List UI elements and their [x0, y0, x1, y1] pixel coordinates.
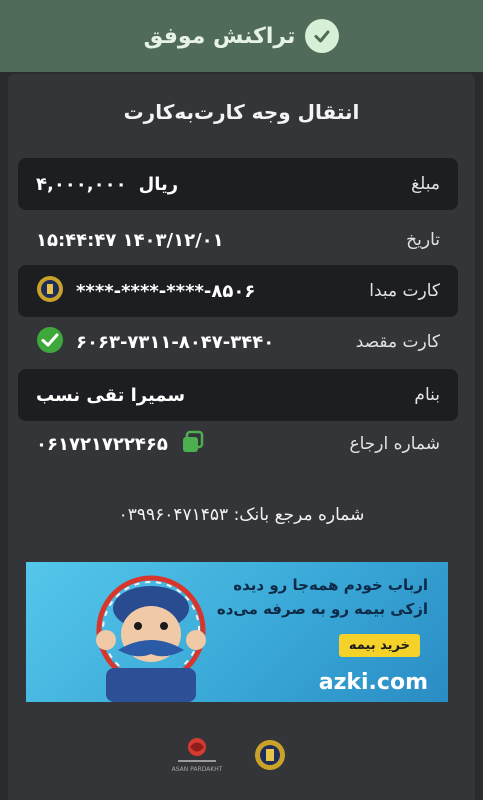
asan-pardakht-text: ASAN PARDAKHT [171, 766, 223, 773]
dest-card-number: ۶۰۶۳-۷۳۱۱-۸۰۴۷-۳۴۴۰ [76, 331, 275, 353]
ad-banner[interactable]: ارباب خودم همه‌جا رو دیده ازکی بیمه رو ب… [26, 562, 448, 702]
bank-reference-label: شماره مرجع بانک: [233, 505, 365, 525]
amount-label: مبلغ [411, 174, 440, 194]
date-row: تاریخ ۱۵:۴۴:۴۷ ۱۴۰۳/۱۲/۰۱ [18, 214, 458, 266]
bank-melli-logo-icon [254, 738, 286, 776]
banner-subline: ازکی بیمه رو به صرفه می‌ده [216, 600, 428, 618]
date-value: ۱۵:۴۴:۴۷ ۱۴۰۳/۱۲/۰۱ [36, 229, 224, 251]
recipient-label: بنام [414, 385, 440, 405]
status-header: تراکنش موفق [0, 0, 483, 72]
recipient-value: سمیرا تقی نسب [36, 384, 186, 406]
dest-card-row: کارت مقصد ۶۰۶۳-۷۳۱۱-۸۰۴۷-۳۴۴۰ [18, 316, 458, 368]
source-card-row: کارت مبدا ****-****-****-۸۵۰۶ [18, 265, 458, 317]
amount-unit: ریال [138, 173, 179, 195]
amount-number: ۴,۰۰۰,۰۰۰ [36, 173, 127, 195]
asan-pardakht-logo-icon: ASAN PARDAKHT [170, 736, 224, 780]
reference-number: ۰۶۱۷۲۱۷۲۲۴۶۵ [36, 433, 168, 455]
dest-card-value: ۶۰۶۳-۷۳۱۱-۸۰۴۷-۳۴۴۰ [36, 326, 274, 359]
status-title: تراکنش موفق [143, 23, 296, 49]
recipient-row: بنام سمیرا تقی نسب [18, 369, 458, 421]
check-icon [305, 19, 340, 53]
buy-insurance-button[interactable]: خرید بیمه [338, 634, 420, 657]
date-label: تاریخ [406, 230, 440, 250]
banner-brand: azki.com [318, 670, 428, 695]
bank-reference-value: ۰۳۹۹۶۰۴۷۱۴۵۳ [118, 505, 229, 525]
reference-value: ۰۶۱۷۲۱۷۲۲۴۶۵ [36, 429, 206, 460]
green-check-icon [36, 326, 64, 359]
footer-logos: ASAN PARDAKHT [0, 730, 483, 790]
reference-label: شماره ارجاع [349, 434, 440, 454]
mascot-illustration [96, 575, 206, 702]
bank-reference: شماره مرجع بانک: ۰۳۹۹۶۰۴۷۱۴۵۳ [0, 505, 483, 525]
bank-melli-logo-icon [36, 275, 64, 308]
reference-row: شماره ارجاع ۰۶۱۷۲۱۷۲۲۴۶۵ [18, 418, 458, 470]
banner-headline: ارباب خودم همه‌جا رو دیده [233, 576, 428, 594]
source-card-value: ****-****-****-۸۵۰۶ [36, 275, 255, 308]
source-card-label: کارت مبدا [369, 281, 440, 301]
copy-icon[interactable] [180, 429, 206, 460]
page-title: انتقال وجه کارت‌به‌کارت [123, 100, 360, 124]
amount-row: مبلغ ریال ۴,۰۰۰,۰۰۰ [18, 158, 458, 210]
dest-card-label: کارت مقصد [355, 332, 440, 352]
source-card-number: ****-****-****-۸۵۰۶ [76, 280, 256, 302]
amount-value: ریال ۴,۰۰۰,۰۰۰ [36, 174, 178, 195]
